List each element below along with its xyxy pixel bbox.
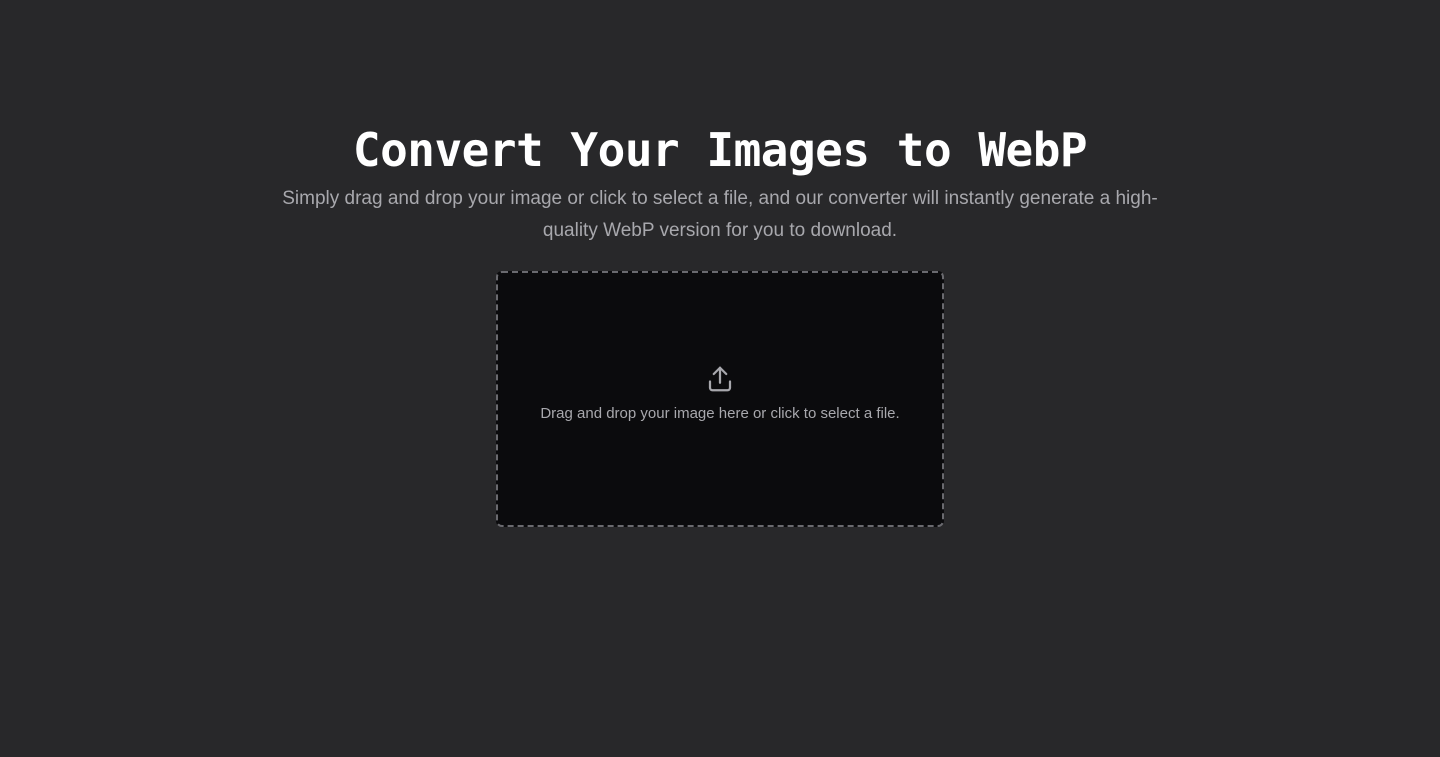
- hero-section: Convert Your Images to WebP Simply drag …: [0, 120, 1440, 247]
- page-title: Convert Your Images to WebP: [352, 123, 1088, 177]
- page: Convert Your Images to WebP Simply drag …: [0, 0, 1440, 757]
- dropzone-instructions: Drag and drop your image here or click t…: [540, 405, 900, 422]
- file-dropzone[interactable]: Drag and drop your image here or click t…: [496, 271, 944, 527]
- upload-icon: [708, 366, 732, 392]
- page-subtitle: Simply drag and drop your image or click…: [282, 188, 1158, 241]
